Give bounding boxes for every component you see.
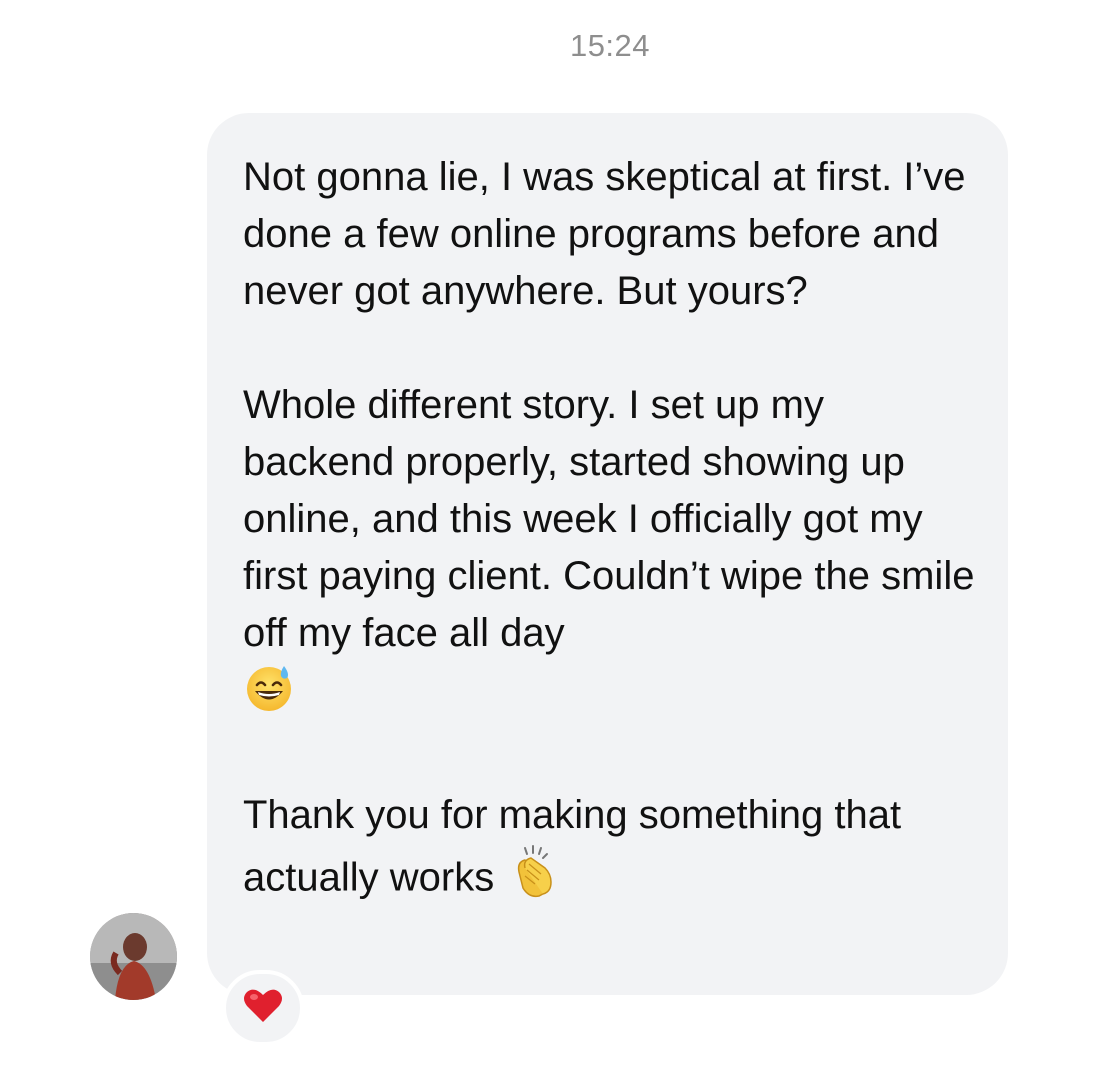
message-paragraph-1: Not gonna lie, I was skeptical at first.… bbox=[243, 149, 978, 320]
message-paragraph-3: Thank you for making something that actu… bbox=[243, 787, 978, 916]
message-paragraph-2: Whole different story. I set up my backe… bbox=[243, 377, 978, 730]
red-heart-icon bbox=[243, 988, 283, 1029]
sender-avatar[interactable] bbox=[90, 913, 177, 1000]
message-paragraph-2-text: Whole different story. I set up my backe… bbox=[243, 383, 975, 655]
message-paragraph-1-text: Not gonna lie, I was skeptical at first.… bbox=[243, 155, 966, 313]
message-bubble[interactable]: Not gonna lie, I was skeptical at first.… bbox=[207, 113, 1008, 995]
clapping-hands-emoji-icon bbox=[505, 844, 561, 916]
message-timestamp: 15:24 bbox=[569, 28, 651, 63]
reaction-badge[interactable] bbox=[222, 970, 304, 1046]
message-paragraph-3-text: Thank you for making something that actu… bbox=[243, 793, 902, 900]
grinning-sweat-emoji-icon bbox=[243, 662, 295, 730]
